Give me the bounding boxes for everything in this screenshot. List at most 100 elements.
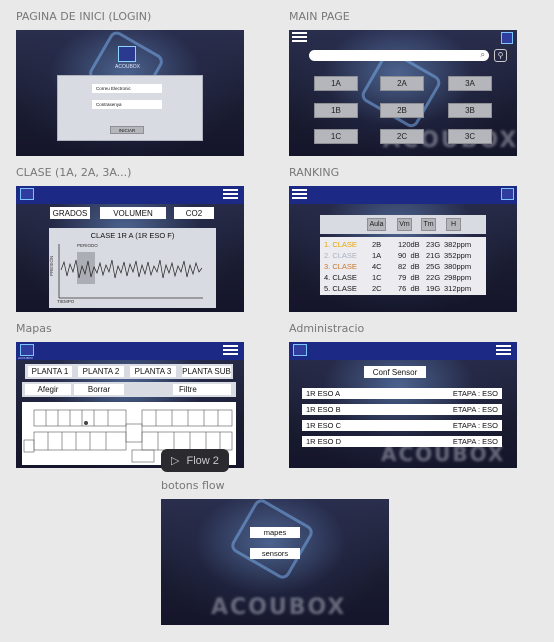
frame-admin[interactable]: ACOUBOX Conf Sensor 1R ESO A ETAPA : ESO… <box>289 342 517 468</box>
mapes-button[interactable]: mapes <box>250 527 300 538</box>
course-row-3[interactable]: 1R ESO C ETAPA : ESO <box>302 420 502 431</box>
ranking-aula: 4C <box>372 262 382 271</box>
tab-co2[interactable]: CO2 <box>174 207 214 219</box>
course-name: 1R ESO D <box>306 437 342 446</box>
flow-chip-label: Flow 2 <box>186 454 219 467</box>
navbar <box>289 342 517 360</box>
class-button-1a[interactable]: 1A <box>314 76 358 91</box>
tab-planta-sub[interactable]: PLANTA SUB <box>182 366 231 377</box>
frame-flow-buttons[interactable]: ACOUBOX mapes sensors <box>161 499 389 625</box>
frame-label-main: MAIN PAGE <box>289 10 350 23</box>
flow-chip[interactable]: ▷ Flow 2 <box>161 449 229 472</box>
ranking-row[interactable]: 1. CLASE 2B 120dB 23G 382ppm <box>320 239 486 250</box>
frame-label-mapas: Mapas <box>16 322 52 335</box>
ranking-place: 4. CLASE <box>324 273 357 282</box>
play-icon: ▷ <box>171 455 180 467</box>
ranking-tm: 19G <box>426 284 441 293</box>
course-row-2[interactable]: 1R ESO B ETAPA : ESO <box>302 404 502 415</box>
ranking-aula: 1C <box>372 273 382 282</box>
logo-text: ACOUBOX <box>115 64 141 70</box>
ranking-aula: 2B <box>372 240 382 249</box>
navbar: ACOUBOX <box>16 342 244 360</box>
logo-text: ACOUBOX <box>18 356 34 360</box>
ranking-aula: 1A <box>372 251 382 260</box>
tab-grados[interactable]: GRADOS <box>50 207 90 219</box>
ranking-row[interactable]: 3. CLASE 4C 82 dB 25G 380ppm <box>320 261 486 272</box>
acoubox-logo-icon <box>20 188 34 200</box>
delete-button[interactable]: Borrar <box>74 384 124 395</box>
config-sensor-button[interactable]: Conf Sensor <box>364 366 426 378</box>
navbar <box>289 186 517 204</box>
tab-planta-1[interactable]: PLANTA 1 <box>28 366 72 377</box>
acoubox-logo-icon <box>118 46 136 62</box>
ranking-place: 1. CLASE <box>324 240 357 249</box>
ranking-header-bar: Aula Vm Tm H <box>320 215 486 234</box>
ranking-place: 3. CLASE <box>324 262 357 271</box>
ranking-row[interactable]: 4. CLASE 1C 79 dB 22G 298ppm <box>320 272 486 283</box>
frame-login[interactable]: ACOUBOX Correu Electronic Contrasenya IN… <box>16 30 244 156</box>
tab-volumen[interactable]: VOLUMEN <box>100 207 166 219</box>
menu-icon[interactable] <box>292 32 307 44</box>
class-button-2b[interactable]: 2B <box>380 103 424 118</box>
course-row-1[interactable]: 1R ESO A ETAPA : ESO <box>302 388 502 399</box>
ranking-h: 380ppm <box>444 262 472 271</box>
frame-clase[interactable]: GRADOS VOLUMEN CO2 CLASE 1R A (1R ESO F)… <box>16 186 244 312</box>
acoubox-logo-icon <box>501 32 513 44</box>
filter-button[interactable]: Filtre <box>173 384 231 395</box>
menu-icon[interactable] <box>223 345 238 357</box>
email-field[interactable]: Correu Electronic <box>92 84 162 93</box>
class-button-3c[interactable]: 3C <box>448 129 492 144</box>
filter-icon[interactable]: ⚲ <box>494 49 507 62</box>
sensors-button[interactable]: sensors <box>250 548 300 559</box>
login-panel: Correu Electronic Contrasenya INICIAR <box>57 75 203 141</box>
ranking-vm: 79 dB <box>398 273 420 282</box>
class-button-3a[interactable]: 3A <box>448 76 492 91</box>
sensor-marker <box>84 421 88 425</box>
course-stage: ETAPA : ESO <box>452 389 498 398</box>
frame-ranking[interactable]: Aula Vm Tm H 1. CLASE 2B 120dB 23G 382ppm 2. … <box>289 186 517 312</box>
chart-title: CLASE 1R A (1R ESO F) <box>90 231 175 240</box>
ranking-vm: 90 dB <box>398 251 420 260</box>
ranking-tm: 21G <box>426 251 441 260</box>
ranking-h: 312ppm <box>444 284 472 293</box>
course-name: 1R ESO C <box>306 421 342 430</box>
watermark-text: ACOUBOX <box>211 595 347 620</box>
floor-tabs-bar: PLANTA 1 PLANTA 2 PLANTA 3 PLANTA SUB <box>25 364 233 379</box>
frame-label-ranking: RANKING <box>289 166 340 179</box>
header-vm[interactable]: Vm <box>397 218 412 231</box>
course-name: 1R ESO B <box>306 405 341 414</box>
add-button[interactable]: Afegir <box>25 384 71 395</box>
menu-icon[interactable] <box>292 189 307 201</box>
acoubox-logo-icon <box>293 344 307 356</box>
acoubox-logo-icon <box>20 344 34 356</box>
course-stage: ETAPA : ESO <box>452 421 498 430</box>
class-button-2c[interactable]: 2C <box>380 129 424 144</box>
class-button-3b[interactable]: 3B <box>448 103 492 118</box>
menu-icon[interactable] <box>496 345 511 357</box>
class-button-1b[interactable]: 1B <box>314 103 358 118</box>
chart-panel: CLASE 1R A (1R ESO F) PERIODO PRESIÓN TI… <box>49 228 216 308</box>
class-button-2a[interactable]: 2A <box>380 76 424 91</box>
ranking-place: 2. CLASE <box>324 251 357 260</box>
tab-planta-2[interactable]: PLANTA 2 <box>78 366 124 377</box>
ranking-row[interactable]: 2. CLASE 1A 90 dB 21G 352ppm <box>320 250 486 261</box>
search-input[interactable]: ⌕ <box>309 50 489 61</box>
course-row-4[interactable]: 1R ESO D ETAPA : ESO <box>302 436 502 447</box>
password-field[interactable]: Contrasenya <box>92 100 162 109</box>
header-aula[interactable]: Aula <box>367 218 386 231</box>
class-button-1c[interactable]: 1C <box>314 129 358 144</box>
tab-planta-3[interactable]: PLANTA 3 <box>130 366 176 377</box>
menu-icon[interactable] <box>223 189 238 201</box>
header-tm[interactable]: Tm <box>421 218 436 231</box>
ranking-h: 298ppm <box>444 273 472 282</box>
course-stage: ETAPA : ESO <box>452 437 498 446</box>
waveform-chart <box>58 244 203 299</box>
frame-main[interactable]: ACOUBOX ⌕ ⚲ 1A 2A 3A 1B 2B 3B 1C 2C 3C <box>289 30 517 156</box>
ranking-row[interactable]: 5. CLASE 2C 76 dB 19G 312ppm <box>320 283 486 294</box>
ranking-tm: 25G <box>426 262 441 271</box>
header-h[interactable]: H <box>446 218 461 231</box>
map-actions-bar: Afegir Borrar Filtre <box>22 382 236 397</box>
navbar <box>16 186 244 204</box>
login-button[interactable]: INICIAR <box>110 126 144 134</box>
design-canvas: PAGINA DE INICI (LOGIN) ACOUBOX Correu E… <box>0 0 554 642</box>
